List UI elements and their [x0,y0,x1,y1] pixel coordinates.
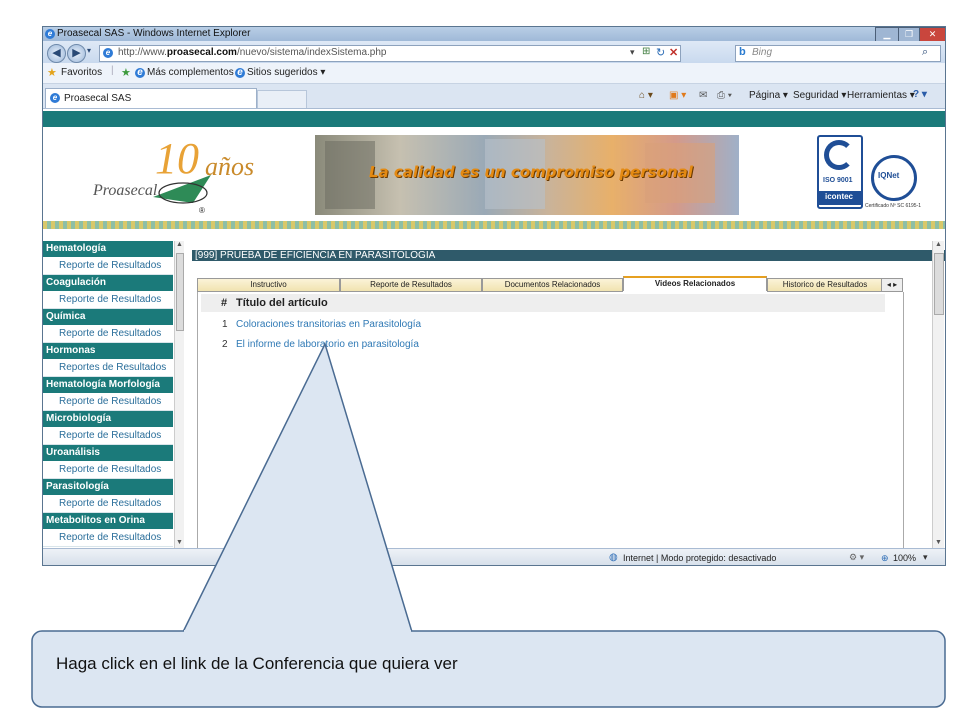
callout-instruction-text: Haga click en el link de la Conferencia … [56,654,458,673]
callout-seam [184,630,411,633]
callout-overlay [31,341,946,708]
callout-pointer [181,341,414,633]
